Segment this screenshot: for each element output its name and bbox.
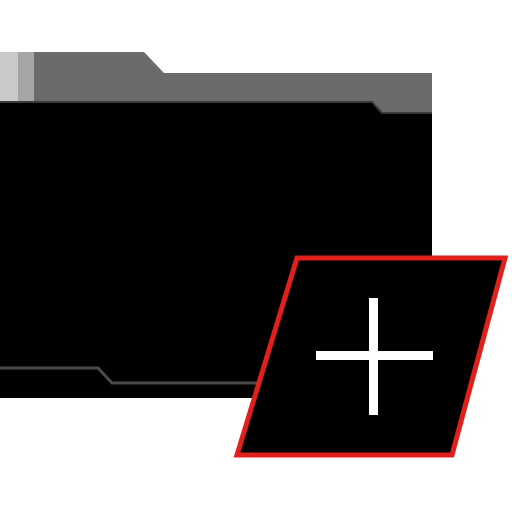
folder-tab-highlight-2 [18,52,34,102]
folder-tab-highlight [0,52,18,102]
new-folder-icon [0,52,509,458]
icon-canvas [0,0,512,512]
plus-horizontal [316,351,433,360]
